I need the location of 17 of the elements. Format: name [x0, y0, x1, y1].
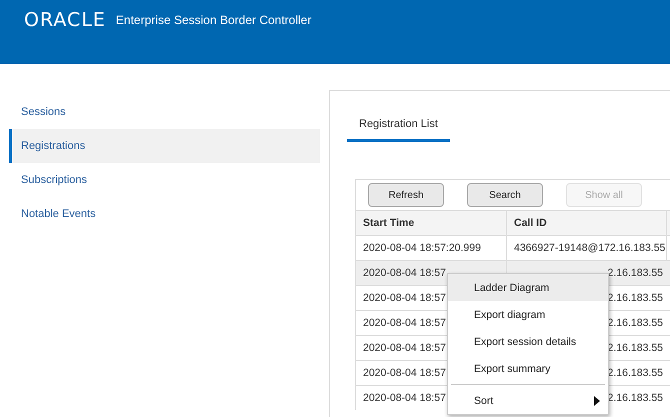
- menu-item-label: Sort: [474, 394, 494, 406]
- table-cell: 2020-08-04 18:57: [363, 267, 446, 279]
- table-cell: 2.16.183.55: [608, 317, 663, 329]
- logo: ORACLE: [24, 9, 106, 31]
- table-cell: 2.16.183.55: [608, 267, 663, 279]
- table-cell: 2.16.183.55: [608, 392, 663, 404]
- table-cell: 2.16.183.55: [608, 292, 663, 304]
- table-cell: 2.16.183.55: [608, 342, 663, 354]
- table-cell: 2020-08-04 18:57: [363, 367, 446, 379]
- table-cell: 2.16.183.55: [608, 367, 663, 379]
- app-title: Enterprise Session Border Controller: [116, 12, 312, 29]
- table-cell: 2020-08-04 18:57: [363, 317, 446, 329]
- table-cell: 2020-08-04 18:57:20.999: [363, 242, 481, 254]
- table-cell: 4366927-19148@172.16.183.55: [514, 242, 666, 254]
- table-cell: 2020-08-04 18:57: [363, 392, 446, 404]
- table-cell: 2020-08-04 18:57: [363, 342, 446, 354]
- table-cell: 2020-08-04 18:57: [363, 292, 446, 304]
